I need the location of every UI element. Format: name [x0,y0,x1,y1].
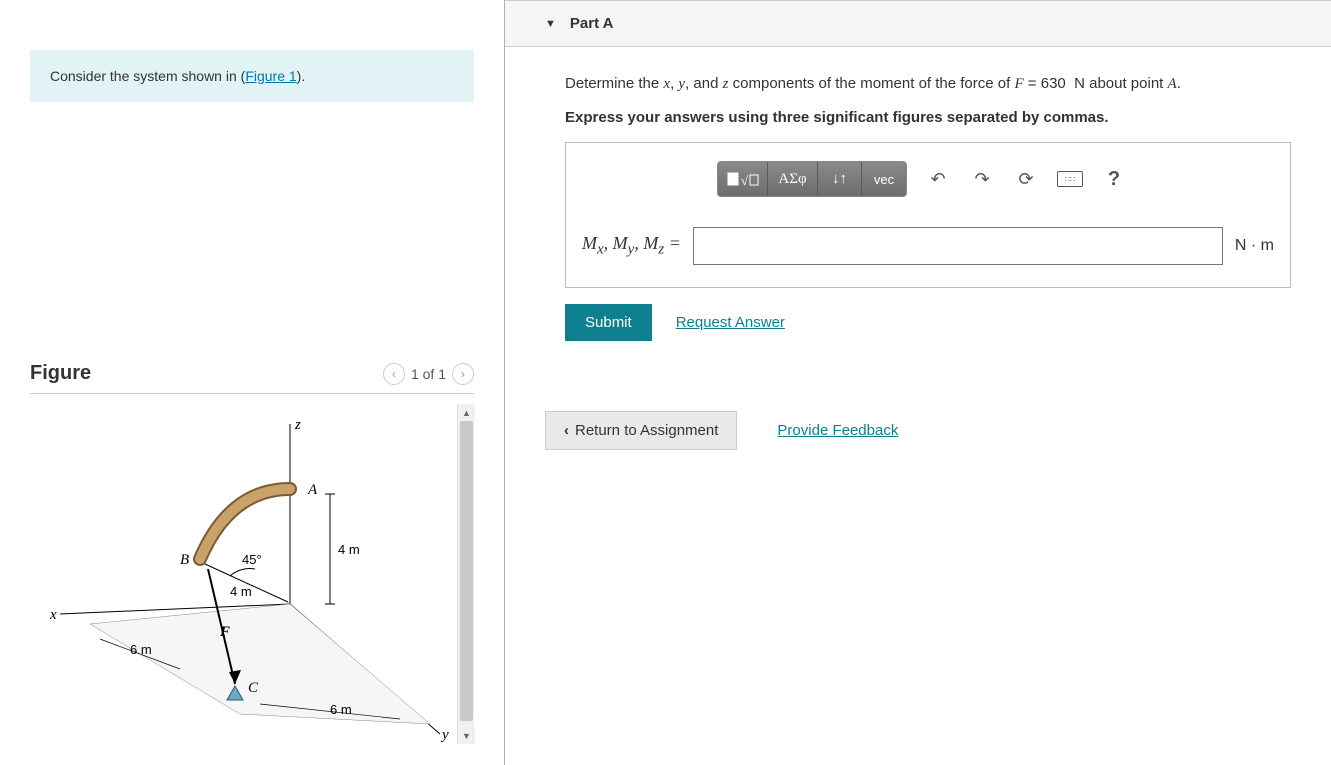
return-label: Return to Assignment [575,422,718,439]
q-mid: components of the moment of the force of [728,75,1014,92]
right-panel: ▼ Part A Determine the x, y, and z compo… [505,0,1331,765]
scroll-thumb[interactable] [460,421,473,721]
scroll-up-button[interactable]: ▲ [458,404,475,421]
tool-group-edit: ↶ ↷ ⟳ ∷∷ ? [925,166,1127,192]
part-header[interactable]: ▼ Part A [505,1,1331,47]
axis-y-label: y [440,727,449,743]
vec-button[interactable]: vec [862,162,906,196]
figure-nav: ‹ 1 of 1 › [383,363,474,385]
instruction-suffix: ). [297,68,306,84]
submit-row: Submit Request Answer [565,304,1291,341]
return-button[interactable]: ‹ Return to Assignment [545,411,737,450]
q-F: F [1014,76,1023,92]
q-A: A [1168,76,1177,92]
svg-text:√: √ [741,173,749,188]
request-answer-link[interactable]: Request Answer [676,314,785,331]
submit-button[interactable]: Submit [565,304,652,341]
part-title: Part A [570,15,614,32]
provide-feedback-link[interactable]: Provide Feedback [777,422,898,439]
figure-prev-button[interactable]: ‹ [383,363,405,385]
tool-group-main: √ ΑΣφ ↓↑ vec [717,161,907,197]
answer-box: √ ΑΣφ ↓↑ vec ↶ ↷ ⟳ ∷∷ ? Mx, My, Mz = N ·… [565,142,1291,288]
q-and: and [693,75,722,92]
dim-4m-radius: 4 m [230,584,252,599]
figure-body: z x y A B 4 m 45° [30,404,474,744]
scroll-down-button[interactable]: ▼ [458,727,475,744]
unit-label: N · m [1235,237,1274,255]
left-panel: Consider the system shown in (Figure 1).… [0,0,505,765]
dim-6m-x: 6 m [130,642,152,657]
reset-button[interactable]: ⟳ [1013,166,1039,192]
figure-next-button[interactable]: › [452,363,474,385]
q-post: about point [1085,75,1168,92]
figure-title: Figure [30,362,91,385]
dim-6m-y: 6 m [330,702,352,717]
greek-button[interactable]: ΑΣφ [768,162,818,196]
instruction-box: Consider the system shown in (Figure 1). [30,50,474,102]
equation-toolbar: √ ΑΣφ ↓↑ vec ↶ ↷ ⟳ ∷∷ ? [717,161,1274,197]
help-button[interactable]: ? [1101,166,1127,192]
answer-format-instruction: Express your answers using three signifi… [565,109,1291,126]
input-row: Mx, My, Mz = N · m [582,227,1274,265]
subsup-button[interactable]: ↓↑ [818,162,862,196]
collapse-icon: ▼ [545,18,556,30]
figure-scrollbar[interactable]: ▲ ▼ [457,404,474,744]
footer-row: ‹ Return to Assignment Provide Feedback [505,411,1331,450]
figure-link[interactable]: Figure 1 [245,68,296,84]
redo-button[interactable]: ↷ [969,166,995,192]
q-var-y: y [678,76,685,92]
figure-page-label: 1 of 1 [411,366,446,382]
q-var-x: x [663,76,670,92]
point-C-label: C [248,680,259,696]
undo-button[interactable]: ↶ [925,166,951,192]
templates-button[interactable]: √ [718,162,768,196]
force-F-label: F [219,624,230,640]
q-pre: Determine the [565,75,663,92]
keyboard-button[interactable]: ∷∷ [1057,166,1083,192]
point-A-label: A [307,482,318,498]
keyboard-icon: ∷∷ [1057,171,1083,187]
axis-x-label: x [49,607,57,623]
angle-45: 45° [242,552,262,567]
figure-image: z x y A B 4 m 45° [30,404,457,744]
answer-input[interactable] [693,227,1223,265]
question-text: Determine the x, y, and z components of … [565,75,1291,93]
q-period: . [1177,75,1181,92]
point-B-label: B [180,552,189,568]
figure-section: Figure ‹ 1 of 1 › z x y [30,362,474,744]
instruction-prefix: Consider the system shown in ( [50,68,245,84]
figure-header: Figure ‹ 1 of 1 › [30,362,474,394]
dim-4m-height: 4 m [338,542,360,557]
variable-label: Mx, My, Mz = [582,233,681,259]
part-body: Determine the x, y, and z components of … [505,47,1331,361]
axis-z-label: z [294,417,301,433]
chevron-left-icon: ‹ [564,422,569,439]
